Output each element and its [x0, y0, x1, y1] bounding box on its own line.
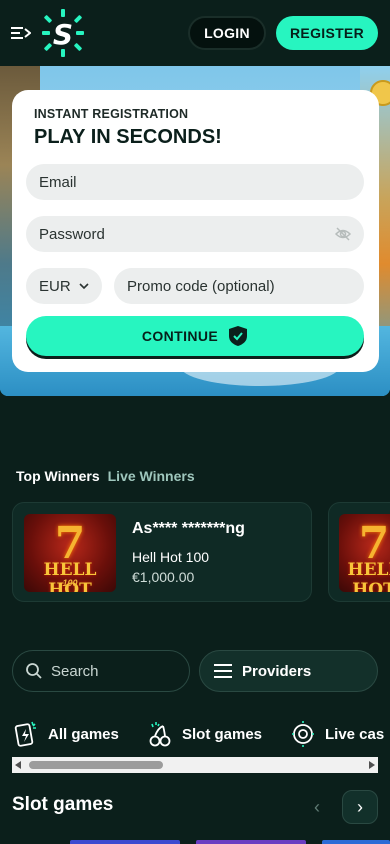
password-placeholder: Password: [39, 225, 105, 243]
search-placeholder: Search: [51, 662, 99, 680]
scroll-right-arrow-icon[interactable]: [369, 761, 375, 769]
game-thumbnail: 7 HELL HOT: [339, 514, 390, 592]
lightning-card-icon: [14, 721, 36, 747]
top-header: S LOGIN REGISTER: [0, 0, 390, 66]
eye-hidden-icon[interactable]: [334, 225, 352, 243]
horizontal-scrollbar[interactable]: [12, 757, 378, 773]
category-label: All games: [48, 725, 119, 743]
search-input[interactable]: Search: [12, 650, 190, 692]
category-tabs: All games Slot games Live cas: [14, 720, 390, 752]
registration-subtitle: INSTANT REGISTRATION: [34, 107, 189, 121]
category-label: Slot games: [182, 725, 263, 743]
winner-card-next[interactable]: 7 HELL HOT: [328, 502, 390, 602]
winner-card[interactable]: 7 HELL HOT 100 As**** *******ng Hell Hot…: [12, 502, 312, 602]
cherry-icon: [149, 722, 171, 747]
registration-title: PLAY IN SECONDS!: [34, 126, 222, 148]
logo-icon[interactable]: S: [42, 9, 84, 57]
currency-select[interactable]: EUR: [26, 268, 102, 304]
continue-button[interactable]: CONTINUE: [26, 316, 364, 356]
category-all-games[interactable]: All games: [14, 720, 119, 748]
registration-card: INSTANT REGISTRATION PLAY IN SECONDS! Em…: [12, 90, 379, 372]
game-thumbnail: 7 HELL HOT 100: [24, 514, 116, 592]
game-tile-preview[interactable]: [70, 840, 180, 844]
chevron-left-icon[interactable]: ‹: [307, 796, 327, 818]
thumb-game-number: 100: [62, 578, 78, 588]
currency-value: EUR: [39, 277, 71, 295]
thumb-game-logo: HELL HOT: [347, 560, 390, 592]
tab-live-winners[interactable]: Live Winners: [108, 468, 195, 484]
svg-text:S: S: [53, 18, 73, 51]
chevron-down-icon: [79, 283, 89, 290]
game-tile-preview[interactable]: [196, 840, 306, 844]
category-slot-games[interactable]: Slot games: [148, 720, 262, 748]
continue-label: CONTINUE: [141, 328, 219, 344]
shield-check-icon: [229, 326, 248, 346]
roulette-icon: [292, 721, 314, 747]
email-placeholder: Email: [39, 173, 77, 191]
winner-amount: €1,000.00: [132, 569, 195, 585]
register-button[interactable]: REGISTER: [276, 16, 378, 50]
promo-code-field[interactable]: Promo code (optional): [114, 268, 364, 304]
game-tile-preview[interactable]: [322, 840, 390, 844]
login-button[interactable]: LOGIN: [188, 16, 266, 50]
winners-tabs: Top Winners Live Winners: [16, 468, 195, 484]
chevron-right-icon[interactable]: ›: [342, 790, 378, 824]
winner-game-name: Hell Hot 100: [132, 549, 210, 565]
section-title-slot-games: Slot games: [12, 794, 114, 815]
password-field[interactable]: Password: [26, 216, 364, 252]
search-icon: [26, 663, 42, 679]
scroll-left-arrow-icon[interactable]: [15, 761, 21, 769]
category-live-casino[interactable]: Live cas: [291, 720, 384, 748]
email-field[interactable]: Email: [26, 164, 364, 200]
providers-button[interactable]: Providers: [199, 650, 378, 692]
menu-arrow-icon[interactable]: [11, 23, 31, 43]
winner-player-name: As**** *******ng: [132, 520, 245, 537]
category-label: Live cas: [325, 725, 385, 743]
providers-label: Providers: [242, 662, 312, 680]
promo-placeholder: Promo code (optional): [127, 277, 275, 295]
tab-top-winners[interactable]: Top Winners: [16, 468, 100, 484]
list-icon: [214, 664, 232, 678]
scrollbar-thumb[interactable]: [29, 761, 163, 769]
